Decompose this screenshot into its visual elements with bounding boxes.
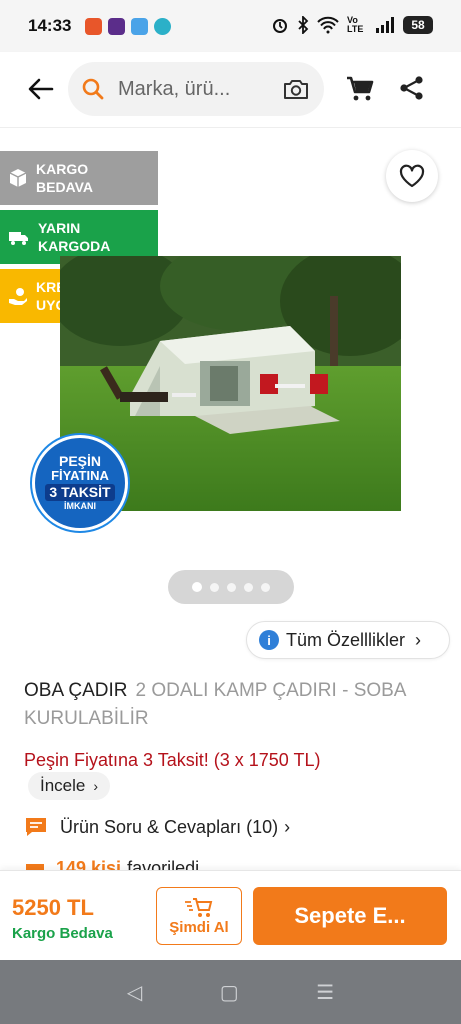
all-specs-label: Tüm Özelllikler	[286, 629, 406, 650]
arrow-left-icon	[28, 78, 54, 100]
back-button[interactable]	[26, 74, 56, 104]
purchase-bar: 5250 TL Kargo Bedava Şimdi Al Sepete E..…	[0, 870, 461, 960]
truck-icon	[9, 232, 28, 245]
chevron-right-icon: ›	[93, 778, 99, 794]
search-icon	[82, 78, 104, 100]
pagination-dot[interactable]	[227, 582, 236, 592]
free-cargo-label: Kargo Bedava	[12, 925, 113, 942]
pagination-dot[interactable]	[261, 582, 270, 592]
installment-promo-badge: PEŞİN FİYATINA 3 TAKSİT İMKANI	[32, 435, 128, 531]
product-brand[interactable]: OBA ÇADIR	[24, 680, 127, 701]
nav-menu-icon[interactable]: ☰	[316, 980, 334, 1005]
favorite-button[interactable]	[386, 150, 438, 202]
all-specs-button[interactable]: i Tüm Özelllikler ›	[246, 621, 450, 659]
badge-text-line: BEDAVA	[36, 179, 94, 195]
info-icon: i	[259, 630, 279, 650]
edge-browser-icon	[154, 17, 172, 35]
bluetooth-icon	[298, 16, 309, 34]
pagination-dot[interactable]	[244, 582, 253, 592]
promo-badge-line: PEŞİN	[58, 453, 101, 469]
product-price: 5250 TL	[12, 895, 94, 920]
system-navigation-bar: ◁ ▢ ☰	[0, 960, 461, 1024]
badge-text-line: KARGODA	[38, 238, 111, 254]
cart-icon	[347, 76, 374, 101]
product-qa-link[interactable]: Ürün Soru & Cevapları (10) ›	[24, 816, 290, 838]
chevron-right-icon: ›	[415, 629, 422, 650]
share-button[interactable]	[398, 74, 428, 104]
add-to-cart-button[interactable]: Sepete E...	[253, 887, 447, 945]
buy-now-label: Şimdi Al	[169, 918, 229, 936]
buy-now-button[interactable]: Şimdi Al	[156, 887, 242, 945]
pagination-dot[interactable]	[192, 582, 202, 592]
chat-bubble-icon	[26, 818, 46, 836]
badge-text-line: KARGO	[36, 161, 89, 177]
box-icon	[9, 169, 27, 187]
fast-cart-icon	[185, 897, 213, 917]
search-placeholder: Marka, ürü...	[118, 77, 231, 100]
nav-home-icon[interactable]: ▢	[220, 980, 239, 1005]
heart-icon	[399, 164, 425, 188]
alarm-icon	[273, 19, 287, 33]
installment-promo-text: Peşin Fiyatına 3 Taksit! (3 x 1750 TL)	[24, 750, 321, 770]
product-gallery[interactable]: KARGOBEDAVA YARINKARGODA KREDİYEUYGUN	[0, 128, 461, 618]
network-type-label: Vo LTE	[347, 15, 364, 34]
app-notification-icon	[108, 17, 126, 35]
hand-coin-icon	[9, 288, 27, 305]
battery-icon: 58	[403, 16, 433, 34]
nav-back-icon[interactable]: ◁	[127, 980, 142, 1005]
favorites-count: 149 kişi	[56, 858, 122, 870]
promo-badge-line: 3 TAKSİT	[45, 484, 115, 501]
qa-label: Ürün Soru & Cevapları (10)	[60, 816, 279, 837]
favorites-text: favoriledi	[127, 858, 200, 870]
promo-badge-line: İMKANI	[64, 501, 96, 511]
status-time: 14:33	[28, 16, 72, 35]
inspect-label: İncele	[40, 776, 86, 795]
search-input[interactable]: Marka, ürü...	[68, 62, 324, 116]
wifi-icon	[317, 16, 339, 34]
share-icon	[400, 76, 423, 100]
inspect-promo-button[interactable]: İncele ›	[28, 772, 111, 800]
gift-icon	[26, 864, 44, 870]
free-shipping-badge: KARGO BEDAVA	[0, 151, 158, 205]
app-notification-icon	[85, 17, 103, 35]
add-to-cart-label: Sepete E...	[294, 903, 406, 928]
top-header: Marka, ürü...	[0, 52, 461, 128]
app-notification-icon	[131, 17, 149, 35]
chevron-right-icon: ›	[284, 816, 291, 837]
badge-text-line: YARIN	[38, 220, 81, 236]
camera-search-icon[interactable]	[282, 77, 310, 101]
gallery-pagination[interactable]	[168, 570, 294, 604]
system-status-icons: Vo LTE 58	[271, 16, 433, 34]
signal-icon	[376, 17, 394, 33]
pagination-dot[interactable]	[210, 582, 219, 592]
notification-icons	[85, 17, 172, 35]
cart-button[interactable]	[345, 74, 377, 106]
favorites-count-row: 149 kişi favoriledi	[24, 858, 199, 870]
status-bar: 14:33 Vo LTE 58	[0, 0, 461, 52]
product-title: OBA ÇADIR 2 ODALI KAMP ÇADIRI - SOBA KURU…	[24, 677, 434, 733]
promo-badge-line: FİYATINA	[51, 468, 109, 483]
